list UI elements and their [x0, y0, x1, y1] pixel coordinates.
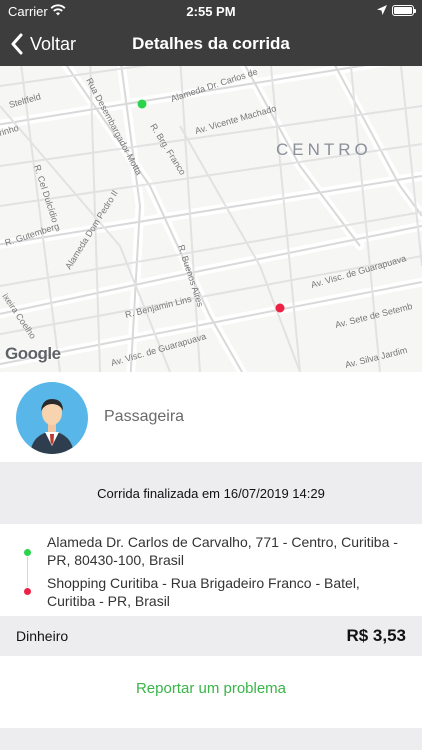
avatar-icon	[16, 382, 88, 454]
destination-address: Shopping Curitiba - Rua Brigadeiro Franc…	[47, 575, 360, 609]
back-label: Voltar	[30, 33, 77, 54]
destination-dot	[24, 588, 31, 595]
street-label: Av. Silva Jardim	[344, 345, 408, 370]
destination-marker	[275, 303, 285, 313]
origin-address: Alameda Dr. Carlos de Carvalho, 771 - Ce…	[47, 534, 398, 568]
top-bar: Carrier 2:55 PM Voltar Detalhes da corri…	[0, 0, 422, 66]
report-problem-button[interactable]: Reportar um problema	[0, 656, 422, 728]
passenger-name: Passageira	[104, 408, 185, 425]
payment-row: Dinheiro R$ 3,53	[0, 616, 422, 656]
battery-icon	[392, 5, 416, 16]
clock: 2:55 PM	[186, 4, 236, 19]
map-view[interactable]: Alameda Dr. Carlos de Av. Vicente Machad…	[0, 66, 422, 372]
street-label: Av. Vicente Machado	[194, 103, 278, 136]
google-logo: Google	[5, 344, 61, 363]
ride-status: Corrida finalizada em 16/07/2019 14:29	[97, 486, 325, 501]
district-label: CENTRO	[276, 140, 372, 159]
origin-dot	[24, 549, 31, 556]
status-bar: Carrier 2:55 PM	[0, 0, 422, 22]
route-card: Alameda Dr. Carlos de Carvalho, 771 - Ce…	[0, 524, 422, 616]
payment-method: Dinheiro	[16, 628, 69, 644]
navigation-bar: Voltar Detalhes da corrida	[0, 22, 422, 66]
route-connector	[27, 557, 28, 587]
back-button[interactable]: Voltar	[10, 30, 76, 58]
origin-marker	[137, 99, 147, 109]
fare-amount: R$ 3,53	[346, 626, 406, 645]
map-streets: Alameda Dr. Carlos de Av. Vicente Machad…	[0, 66, 422, 372]
chevron-left-icon	[11, 33, 23, 55]
passenger-card: Passageira	[0, 372, 422, 462]
location-arrow-icon	[377, 5, 387, 15]
